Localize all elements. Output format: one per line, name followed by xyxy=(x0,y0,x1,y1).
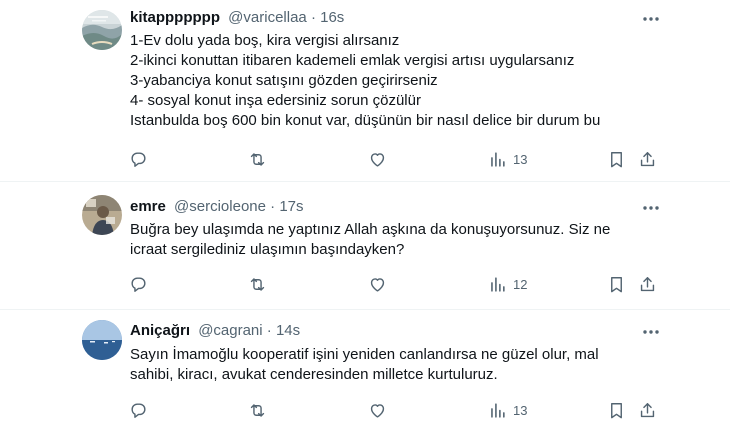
more-button[interactable] xyxy=(641,9,661,29)
views-count: 12 xyxy=(513,276,528,292)
action-bar: 12 xyxy=(0,273,730,295)
reply-icon xyxy=(131,276,146,292)
like-icon xyxy=(370,152,385,167)
more-icon xyxy=(643,17,659,21)
bookmark-button[interactable] xyxy=(607,273,626,295)
tweet-text: Buğra bey ulaşımda ne yaptınız Allah aşk… xyxy=(130,220,650,260)
share-button[interactable] xyxy=(638,399,657,421)
like-button[interactable] xyxy=(368,148,387,170)
tweet[interactable]: kitappppppp @varicellaa · 16s 1-Ev dolu … xyxy=(0,0,730,180)
landscape-photo-avatar-icon xyxy=(82,10,122,50)
timestamp[interactable]: 16s xyxy=(320,9,344,26)
user-handle[interactable]: @varicellaa xyxy=(228,9,307,26)
share-button[interactable] xyxy=(638,273,657,295)
bookmark-icon xyxy=(611,276,622,292)
timestamp[interactable]: 14s xyxy=(276,322,300,339)
views-button[interactable]: 13 xyxy=(488,399,527,421)
more-button[interactable] xyxy=(641,198,661,218)
tweet-text-line: Buğra bey ulaşımda ne yaptınız Allah aşk… xyxy=(130,221,611,238)
tweet[interactable]: Aniçağrı @cagrani · 14s Sayın İmamoğlu k… xyxy=(0,310,730,420)
reply-button[interactable] xyxy=(129,148,148,170)
avatar[interactable] xyxy=(82,320,122,360)
more-icon xyxy=(643,330,659,334)
tweet[interactable]: emre @sercioleone · 17s Buğra bey ulaşım… xyxy=(0,182,730,310)
like-button[interactable] xyxy=(368,399,387,421)
avatar[interactable] xyxy=(82,10,122,50)
separator: · xyxy=(270,198,276,215)
tweet-text-line: 2-ikinci konuttan itibaren kademeli emla… xyxy=(130,52,575,69)
bookmark-icon xyxy=(611,151,622,167)
retweet-icon xyxy=(250,152,265,166)
views-icon xyxy=(491,402,505,418)
tweet-text-line: icraat sergilediniz ulaşımın başındayken… xyxy=(130,241,405,258)
reply-button[interactable] xyxy=(129,273,148,295)
more-button[interactable] xyxy=(641,322,661,342)
tweet-text-line: 1-Ev dolu yada boş, kira vergisi alırsan… xyxy=(130,32,400,49)
views-icon xyxy=(491,276,505,292)
bookmark-button[interactable] xyxy=(607,148,626,170)
tweet-text-line: Sayın İmamoğlu kooperatif işini yeniden … xyxy=(130,346,599,363)
tweet-header: kitappppppp @varicellaa · 16s xyxy=(130,9,344,27)
tweet-text: 1-Ev dolu yada boş, kira vergisi alırsan… xyxy=(130,31,650,131)
tweet-text-line: Istanbulda boş 600 bin konut var, düşünü… xyxy=(130,112,601,129)
retweet-icon xyxy=(250,277,265,291)
bookmark-icon xyxy=(611,402,622,418)
sea-photo-avatar-icon xyxy=(82,320,122,360)
tweet-text-line: 3-yabanciya konut satışını gözden geçiri… xyxy=(130,72,438,89)
tweet-text: Sayın İmamoğlu kooperatif işini yeniden … xyxy=(130,345,650,385)
retweet-button[interactable] xyxy=(248,273,267,295)
tweet-header: emre @sercioleone · 17s xyxy=(130,198,304,216)
display-name[interactable]: Aniçağrı xyxy=(130,322,190,339)
action-bar: 13 xyxy=(0,399,730,421)
retweet-button[interactable] xyxy=(248,399,267,421)
share-icon xyxy=(640,151,655,166)
like-icon xyxy=(370,277,385,292)
avatar[interactable] xyxy=(82,195,122,235)
tweet-header: Aniçağrı @cagrani · 14s xyxy=(130,322,300,340)
user-handle[interactable]: @cagrani xyxy=(198,322,262,339)
person-photo-avatar-icon xyxy=(82,195,122,235)
views-icon xyxy=(491,151,505,167)
action-bar: 13 xyxy=(0,148,730,170)
reply-icon xyxy=(131,151,146,167)
share-button[interactable] xyxy=(638,148,657,170)
tweet-text-line: 4- sosyal konut inşa edersiniz sorun çöz… xyxy=(130,92,421,109)
share-icon xyxy=(640,276,655,291)
separator: · xyxy=(310,9,316,26)
views-button[interactable]: 12 xyxy=(488,273,527,295)
user-handle[interactable]: @sercioleone xyxy=(174,198,266,215)
display-name[interactable]: emre xyxy=(130,198,166,215)
retweet-button[interactable] xyxy=(248,148,267,170)
tweet-text-line: sahibi, kiracı, avukat cenderesinden mil… xyxy=(130,366,498,383)
reply-button[interactable] xyxy=(129,399,148,421)
timestamp[interactable]: 17s xyxy=(279,198,303,215)
more-icon xyxy=(643,206,659,210)
like-button[interactable] xyxy=(368,273,387,295)
separator: · xyxy=(266,322,272,339)
retweet-icon xyxy=(250,403,265,417)
views-count: 13 xyxy=(513,151,528,167)
like-icon xyxy=(370,403,385,418)
bookmark-button[interactable] xyxy=(607,399,626,421)
views-button[interactable]: 13 xyxy=(488,148,527,170)
reply-icon xyxy=(131,402,146,418)
share-icon xyxy=(640,402,655,417)
views-count: 13 xyxy=(513,402,528,418)
display-name[interactable]: kitappppppp xyxy=(130,9,220,26)
